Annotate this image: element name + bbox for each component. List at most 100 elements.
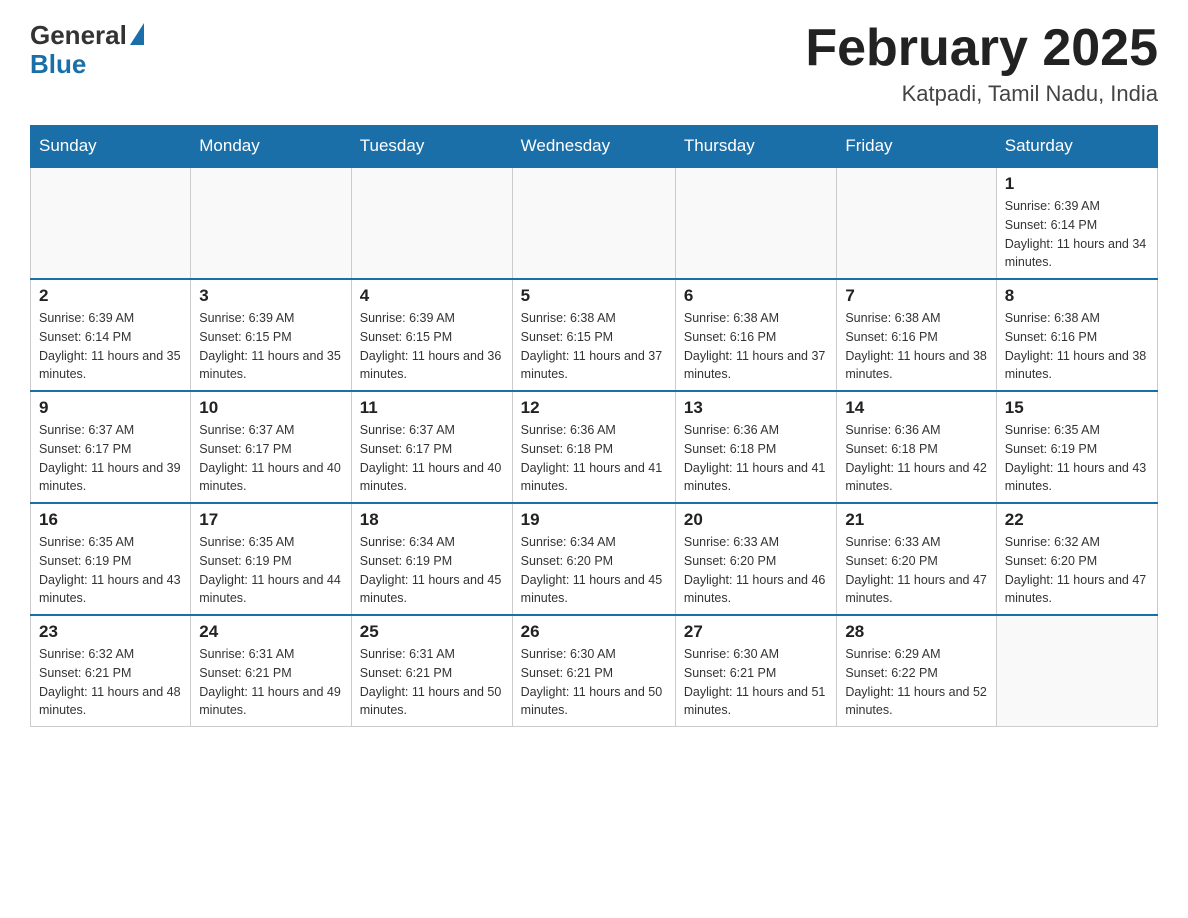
calendar-cell: 2Sunrise: 6:39 AMSunset: 6:14 PMDaylight… [31,279,191,391]
day-info: Sunrise: 6:33 AMSunset: 6:20 PMDaylight:… [684,533,828,608]
calendar-cell: 10 Sunrise: 6:37 AMSunset: 6:17 PMDayligh… [191,391,352,503]
day-info: Sunrise: 6:36 AMSunset: 6:18 PMDaylight:… [521,421,667,496]
day-info: Sunrise: 6:36 AMSunset: 6:18 PMDaylight:… [845,421,987,496]
calendar-cell: 26 Sunrise: 6:30 AMSunset: 6:21 PMDayligh… [512,615,675,727]
location-title: Katpadi, Tamil Nadu, India [805,81,1158,107]
day-number: 11 [360,398,504,418]
day-info: Sunrise: 6:38 AMSunset: 6:16 PMDaylight:… [845,309,987,384]
weekday-header-friday: Friday [837,126,996,168]
day-info: Sunrise: 6:37 AMSunset: 6:17 PMDaylight:… [360,421,504,496]
day-number: 5 [521,286,667,306]
day-number: 13 [684,398,828,418]
calendar-cell: 22 Sunrise: 6:32 AMSunset: 6:20 PMDayligh… [996,503,1157,615]
day-number: 6 [684,286,828,306]
day-number: 4 [360,286,504,306]
day-info: Sunrise: 6:35 AMSunset: 6:19 PMDaylight:… [199,533,343,608]
weekday-header-sunday: Sunday [31,126,191,168]
calendar-cell: 3 Sunrise: 6:39 AMSunset: 6:15 PMDaylight… [191,279,352,391]
calendar-cell: 18 Sunrise: 6:34 AMSunset: 6:19 PMDayligh… [351,503,512,615]
day-number: 7 [845,286,987,306]
calendar-cell: 9 Sunrise: 6:37 AMSunset: 6:17 PMDaylight… [31,391,191,503]
day-number: 26 [521,622,667,642]
day-info: Sunrise: 6:32 AMSunset: 6:21 PMDaylight:… [39,645,182,720]
page-header: General Blue February 2025 Katpadi, Tami… [30,20,1158,107]
day-info: Sunrise: 6:38 AMSunset: 6:15 PMDaylight:… [521,309,667,384]
calendar-cell: 5 Sunrise: 6:38 AMSunset: 6:15 PMDaylight… [512,279,675,391]
day-number: 1 [1005,174,1149,194]
calendar-cell: 12 Sunrise: 6:36 AMSunset: 6:18 PMDayligh… [512,391,675,503]
day-number: 19 [521,510,667,530]
calendar-cell: 13 Sunrise: 6:36 AMSunset: 6:18 PMDayligh… [675,391,836,503]
calendar-cell [351,167,512,279]
calendar-cell: 27Sunrise: 6:30 AMSunset: 6:21 PMDayligh… [675,615,836,727]
day-number: 9 [39,398,182,418]
day-number: 17 [199,510,343,530]
calendar-cell [996,615,1157,727]
day-info: Sunrise: 6:39 AMSunset: 6:15 PMDaylight:… [360,309,504,384]
weekday-header-thursday: Thursday [675,126,836,168]
calendar-table: SundayMondayTuesdayWednesdayThursdayFrid… [30,125,1158,727]
day-number: 20 [684,510,828,530]
day-info: Sunrise: 6:34 AMSunset: 6:19 PMDaylight:… [360,533,504,608]
week-row-1: 1 Sunrise: 6:39 AMSunset: 6:14 PMDaylight… [31,167,1158,279]
weekday-header-saturday: Saturday [996,126,1157,168]
logo-blue-text: Blue [30,49,86,80]
weekday-header-row: SundayMondayTuesdayWednesdayThursdayFrid… [31,126,1158,168]
day-info: Sunrise: 6:32 AMSunset: 6:20 PMDaylight:… [1005,533,1149,608]
title-block: February 2025 Katpadi, Tamil Nadu, India [805,20,1158,107]
day-number: 22 [1005,510,1149,530]
day-number: 3 [199,286,343,306]
calendar-cell: 19 Sunrise: 6:34 AMSunset: 6:20 PMDayligh… [512,503,675,615]
logo-triangle-icon [130,23,144,45]
day-info: Sunrise: 6:29 AMSunset: 6:22 PMDaylight:… [845,645,987,720]
day-number: 21 [845,510,987,530]
day-info: Sunrise: 6:31 AMSunset: 6:21 PMDaylight:… [360,645,504,720]
logo: General Blue [30,20,144,80]
calendar-cell [675,167,836,279]
day-number: 10 [199,398,343,418]
calendar-cell [512,167,675,279]
weekday-header-tuesday: Tuesday [351,126,512,168]
day-number: 15 [1005,398,1149,418]
calendar-cell: 8Sunrise: 6:38 AMSunset: 6:16 PMDaylight… [996,279,1157,391]
day-info: Sunrise: 6:31 AMSunset: 6:21 PMDaylight:… [199,645,343,720]
calendar-cell: 15 Sunrise: 6:35 AMSunset: 6:19 PMDayligh… [996,391,1157,503]
logo-general-text: General [30,20,127,51]
calendar-cell [191,167,352,279]
month-title: February 2025 [805,20,1158,77]
day-info: Sunrise: 6:35 AMSunset: 6:19 PMDaylight:… [1005,421,1149,496]
day-number: 14 [845,398,987,418]
calendar-cell: 24 Sunrise: 6:31 AMSunset: 6:21 PMDayligh… [191,615,352,727]
day-info: Sunrise: 6:33 AMSunset: 6:20 PMDaylight:… [845,533,987,608]
day-info: Sunrise: 6:39 AMSunset: 6:14 PMDaylight:… [1005,197,1149,272]
day-info: Sunrise: 6:34 AMSunset: 6:20 PMDaylight:… [521,533,667,608]
day-info: Sunrise: 6:39 AMSunset: 6:15 PMDaylight:… [199,309,343,384]
day-number: 24 [199,622,343,642]
week-row-5: 23 Sunrise: 6:32 AMSunset: 6:21 PMDayligh… [31,615,1158,727]
day-info: Sunrise: 6:30 AMSunset: 6:21 PMDaylight:… [521,645,667,720]
week-row-2: 2Sunrise: 6:39 AMSunset: 6:14 PMDaylight… [31,279,1158,391]
day-number: 18 [360,510,504,530]
day-number: 12 [521,398,667,418]
weekday-header-wednesday: Wednesday [512,126,675,168]
calendar-cell [837,167,996,279]
week-row-3: 9 Sunrise: 6:37 AMSunset: 6:17 PMDaylight… [31,391,1158,503]
calendar-cell: 17 Sunrise: 6:35 AMSunset: 6:19 PMDayligh… [191,503,352,615]
calendar-cell: 21 Sunrise: 6:33 AMSunset: 6:20 PMDayligh… [837,503,996,615]
day-info: Sunrise: 6:37 AMSunset: 6:17 PMDaylight:… [199,421,343,496]
calendar-cell: 16Sunrise: 6:35 AMSunset: 6:19 PMDayligh… [31,503,191,615]
day-number: 28 [845,622,987,642]
calendar-cell: 1 Sunrise: 6:39 AMSunset: 6:14 PMDaylight… [996,167,1157,279]
day-number: 23 [39,622,182,642]
calendar-cell: 7 Sunrise: 6:38 AMSunset: 6:16 PMDaylight… [837,279,996,391]
calendar-cell: 20 Sunrise: 6:33 AMSunset: 6:20 PMDayligh… [675,503,836,615]
calendar-cell: 4 Sunrise: 6:39 AMSunset: 6:15 PMDaylight… [351,279,512,391]
week-row-4: 16Sunrise: 6:35 AMSunset: 6:19 PMDayligh… [31,503,1158,615]
day-number: 25 [360,622,504,642]
day-info: Sunrise: 6:36 AMSunset: 6:18 PMDaylight:… [684,421,828,496]
calendar-cell: 11 Sunrise: 6:37 AMSunset: 6:17 PMDayligh… [351,391,512,503]
calendar-cell: 28 Sunrise: 6:29 AMSunset: 6:22 PMDayligh… [837,615,996,727]
calendar-cell: 6Sunrise: 6:38 AMSunset: 6:16 PMDaylight… [675,279,836,391]
weekday-header-monday: Monday [191,126,352,168]
day-info: Sunrise: 6:37 AMSunset: 6:17 PMDaylight:… [39,421,182,496]
